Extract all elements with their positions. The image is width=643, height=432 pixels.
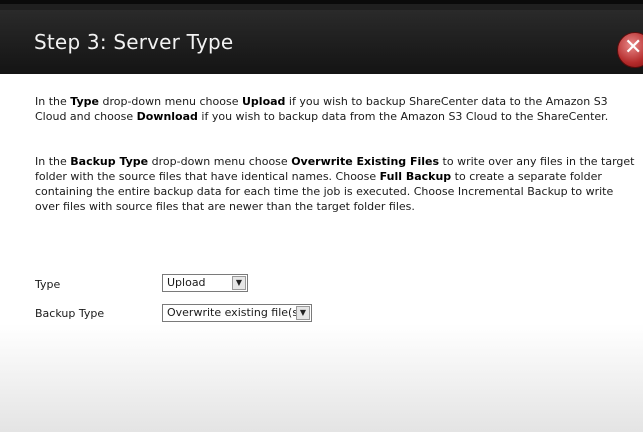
- emphasis-text: Type: [70, 95, 99, 108]
- backup-type-select[interactable]: Overwrite existing file(s) ▼: [162, 304, 312, 322]
- type-label: Type: [35, 278, 61, 291]
- emphasis-text: Overwrite Existing Files: [291, 155, 440, 168]
- backup-type-select-value: Overwrite existing file(s): [167, 306, 303, 319]
- emphasis-text: Upload: [242, 95, 286, 108]
- dialog-window: Step 3: Server Type ✕ In the Type drop-d…: [0, 0, 643, 432]
- emphasis-text: Backup Type: [70, 155, 149, 168]
- title-bar: Step 3: Server Type ✕: [0, 0, 643, 74]
- close-icon: ✕: [624, 35, 643, 60]
- paragraph-text: In the: [35, 95, 71, 108]
- instructions-backup-type: In the Backup Type drop-down menu choose…: [35, 154, 639, 214]
- chevron-down-icon[interactable]: ▼: [232, 276, 246, 290]
- dialog-title: Step 3: Server Type: [34, 30, 234, 54]
- emphasis-text: Full Backup: [379, 170, 452, 183]
- instructions-type: In the Type drop-down menu choose Upload…: [35, 94, 639, 124]
- paragraph-text: if you wish to backup data from the Amaz…: [197, 110, 609, 123]
- paragraph-text: drop-down menu choose: [148, 155, 292, 168]
- type-select[interactable]: Upload ▼: [162, 274, 248, 292]
- paragraph-text: In the: [35, 155, 71, 168]
- emphasis-text: Download: [136, 110, 198, 123]
- type-select-value: Upload: [167, 276, 206, 289]
- close-button[interactable]: ✕: [617, 32, 643, 68]
- title-bar-background: Step 3: Server Type ✕: [0, 10, 643, 74]
- dialog-content: In the Type drop-down menu choose Upload…: [0, 74, 643, 432]
- backup-type-label: Backup Type: [35, 307, 105, 320]
- chevron-down-icon[interactable]: ▼: [296, 306, 310, 320]
- paragraph-text: drop-down menu choose: [98, 95, 242, 108]
